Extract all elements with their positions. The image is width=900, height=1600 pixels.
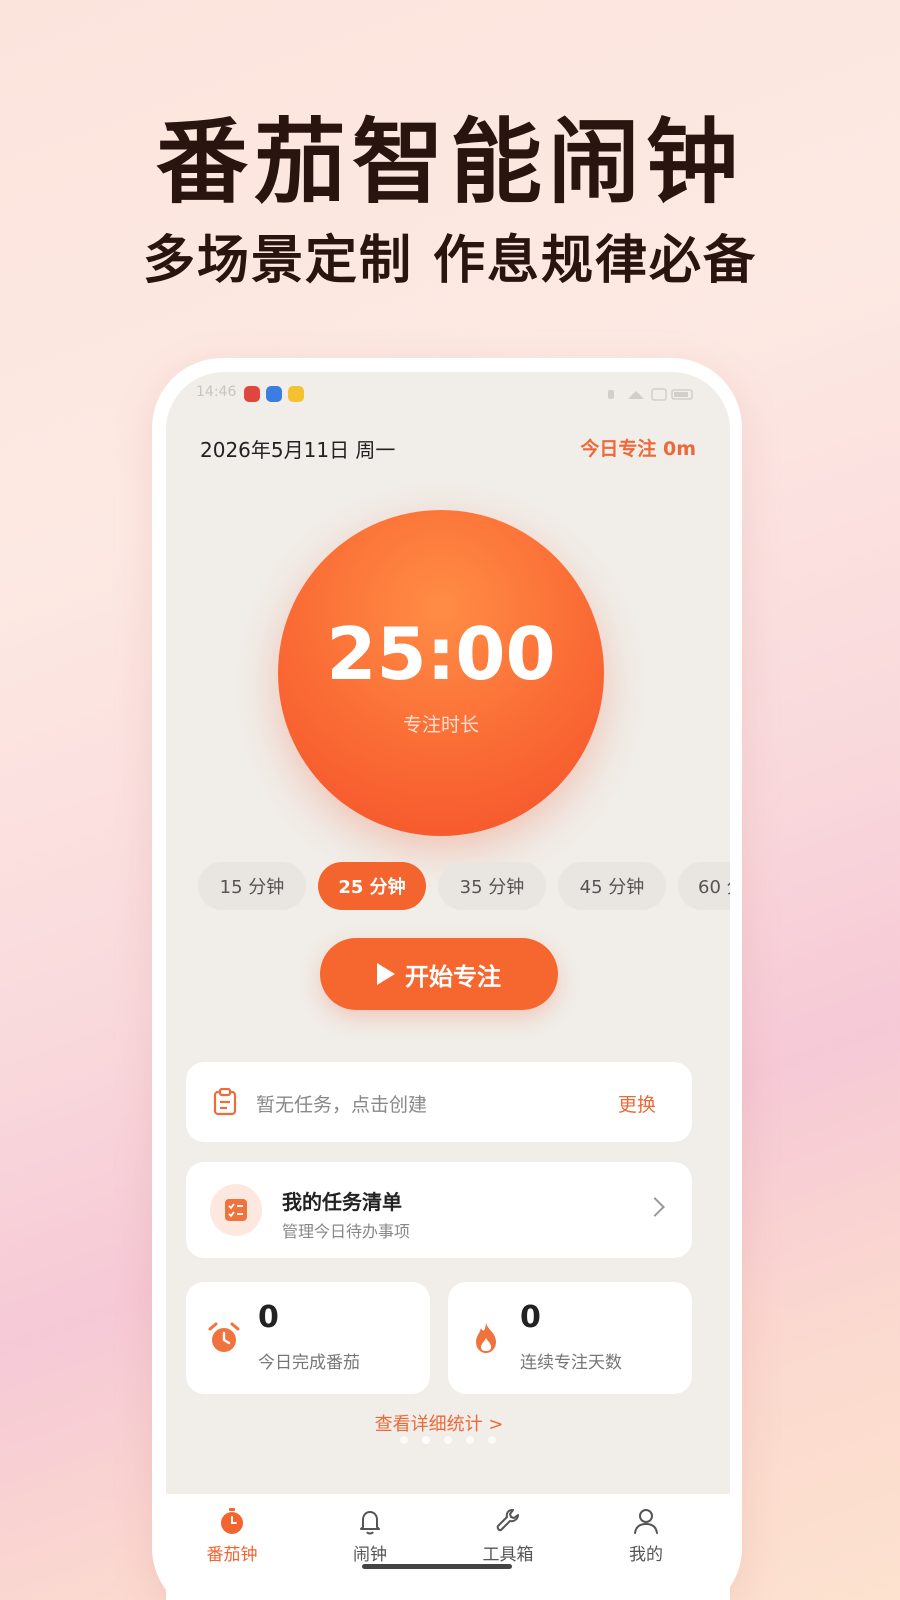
change-task-button[interactable]: 更换 <box>618 1090 656 1117</box>
home-indicator[interactable] <box>362 1564 512 1569</box>
chevron-right-icon <box>645 1197 665 1217</box>
tab-label: 工具箱 <box>482 1545 534 1565</box>
tab-alarm[interactable]: 闹钟 <box>320 1506 420 1565</box>
today-focus-summary[interactable]: 今日专注 0m <box>580 434 696 461</box>
tab-label: 闹钟 <box>353 1545 387 1565</box>
preset-15-min[interactable]: 15 分钟 <box>198 862 306 910</box>
notes-app-icon <box>288 386 304 402</box>
tab-label: 番茄钟 <box>206 1545 258 1565</box>
stat-card-pomodoros[interactable]: 0 今日完成番茄 <box>186 1282 430 1394</box>
stat-label: 今日完成番茄 <box>258 1353 360 1373</box>
start-focus-label: 开始专注 <box>405 962 501 991</box>
page-dot <box>488 1436 496 1444</box>
play-icon <box>377 963 395 985</box>
timer-label: 专注时长 <box>402 714 479 736</box>
tab-toolbox[interactable]: 工具箱 <box>458 1506 558 1565</box>
timer-icon <box>221 1508 243 1534</box>
bell-icon <box>360 1511 380 1535</box>
preset-label: 35 分钟 <box>459 877 525 898</box>
preset-label: 15 分钟 <box>219 877 285 898</box>
tab-pomodoro[interactable]: 番茄钟 <box>182 1506 282 1565</box>
start-focus-button[interactable]: 开始专注 <box>320 938 558 1010</box>
preset-60-min[interactable]: 60 分钟 <box>678 862 730 910</box>
timer-dial[interactable]: 25:00 专注时长 <box>278 510 604 836</box>
preset-label: 25 分钟 <box>338 877 406 898</box>
page-indicator <box>378 1436 518 1448</box>
tab-label: 我的 <box>629 1545 663 1565</box>
status-time: 14:46 <box>196 384 237 400</box>
view-stats-link[interactable]: 查看详细统计 > <box>166 1410 712 1436</box>
stat-value: 0 <box>258 1300 279 1335</box>
checklist-icon <box>210 1184 262 1236</box>
clipboard-icon <box>213 1088 237 1116</box>
stat-card-streak[interactable]: 0 连续专注天数 <box>448 1282 692 1394</box>
stat-value: 0 <box>520 1300 541 1335</box>
task-list-subtitle: 管理今日待办事项 <box>282 1222 411 1241</box>
page-dot <box>400 1436 408 1444</box>
preset-35-min[interactable]: 35 分钟 <box>438 862 546 910</box>
flame-icon <box>476 1323 496 1353</box>
app-screen: 14:46 2026年5月11日 周一 今日专注 0m 25:00 专注时长 1… <box>166 372 730 1600</box>
page-dot <box>444 1436 452 1444</box>
user-icon <box>634 1509 658 1534</box>
task-list-card[interactable]: 我的任务清单 管理今日待办事项 <box>186 1162 692 1258</box>
chat-app-icon <box>266 386 282 402</box>
wrench-icon <box>496 1509 519 1532</box>
video-app-icon <box>244 386 260 402</box>
timer-value: 25:00 <box>326 612 556 696</box>
current-date: 2026年5月11日 周一 <box>200 438 396 462</box>
bottom-tab-bar: 番茄钟 闹钟 工具箱 我的 <box>166 1494 730 1600</box>
promo-subtitle: 多场景定制 作息规律必备 <box>142 231 758 291</box>
promo-title: 番茄智能闹钟 <box>155 109 744 216</box>
preset-25-min[interactable]: 25 分钟 <box>318 862 426 910</box>
task-list-title: 我的任务清单 <box>282 1190 402 1214</box>
page-dot <box>466 1436 474 1444</box>
current-task-card[interactable]: 暂无任务，点击创建 更换 <box>186 1062 692 1142</box>
page-dot-active <box>422 1436 430 1444</box>
stat-label: 连续专注天数 <box>520 1353 622 1373</box>
task-placeholder: 暂无任务，点击创建 <box>256 1094 428 1116</box>
preset-label: 60 分钟 <box>698 877 730 898</box>
status-bar: 14:46 <box>196 382 696 406</box>
preset-45-min[interactable]: 45 分钟 <box>558 862 666 910</box>
preset-label: 45 分钟 <box>579 877 645 898</box>
system-status-icons <box>608 388 693 401</box>
alarm-clock-icon <box>208 1322 240 1352</box>
tab-profile[interactable]: 我的 <box>596 1506 696 1565</box>
